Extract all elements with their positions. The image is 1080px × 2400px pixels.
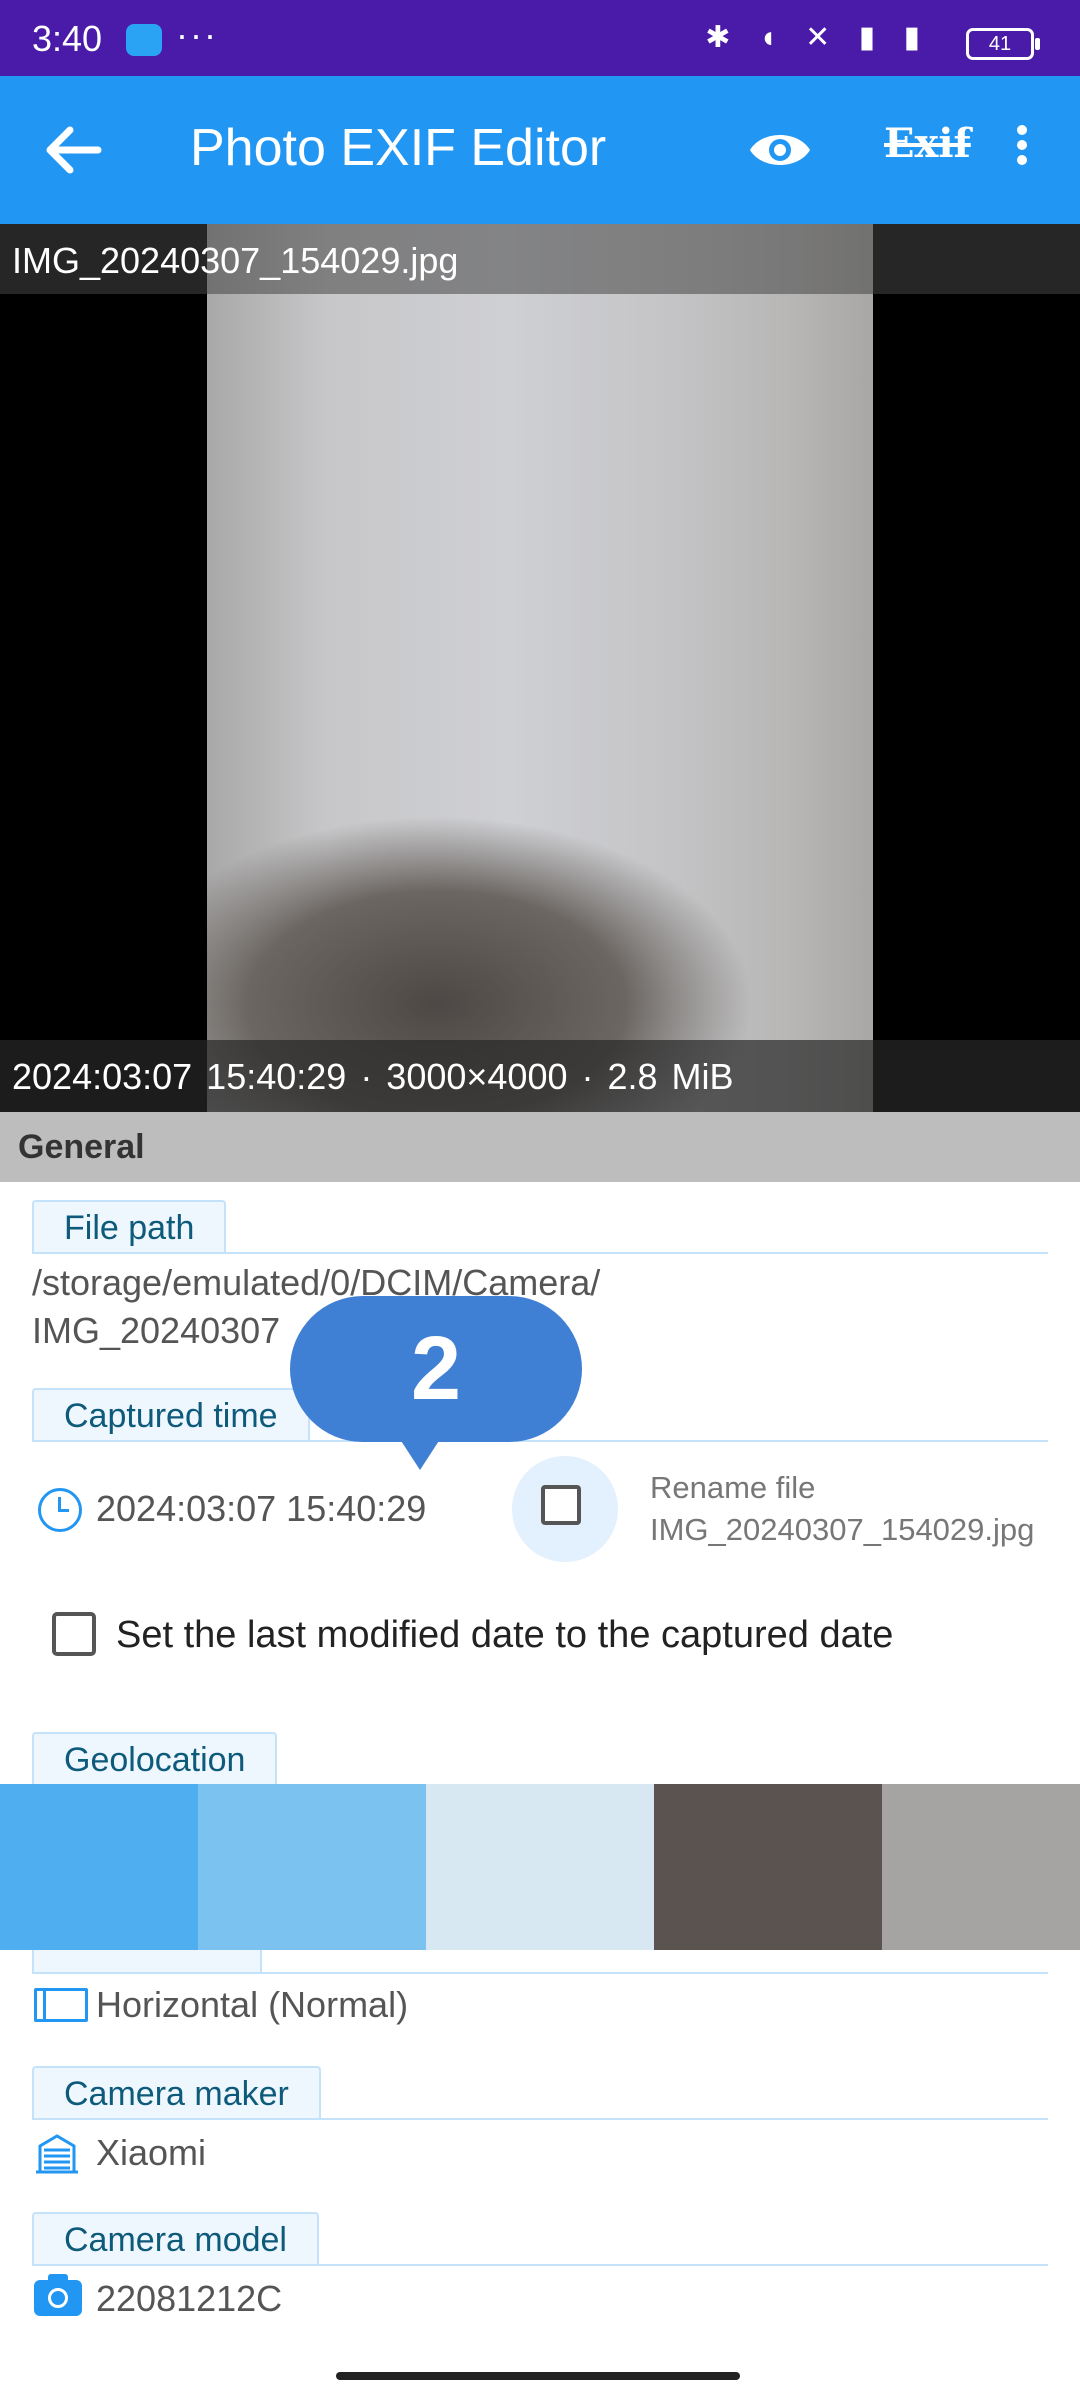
status-bar: 3:40 ··· ✱ ◖ ✕ ▮ ▮ 41 — [0, 0, 1080, 76]
orientation-icon — [34, 1988, 88, 2022]
geolocation-label: Geolocation — [32, 1732, 278, 1784]
building-icon — [34, 2132, 80, 2174]
status-icons: ✱ ◖ ✕ ▮ ▮ — [705, 21, 930, 54]
camera-model-value[interactable]: 22081212C — [96, 2278, 282, 2320]
color-swatch-4 — [654, 1784, 882, 1950]
clock-icon — [38, 1488, 82, 1532]
photo-filename: IMG_20240307_154029.jpg — [12, 240, 459, 281]
cloud-icon — [126, 24, 162, 56]
status-dots: ··· — [176, 14, 218, 55]
photo-preview[interactable]: IMG_20240307_154029.jpg 2024:03:07 15:40… — [0, 224, 1080, 1112]
photo-image — [207, 224, 873, 1112]
app-bar: Photo EXIF Editor Exif — [0, 76, 1080, 224]
more-vert-icon[interactable] — [1000, 120, 1044, 180]
color-swatch-5 — [882, 1784, 1080, 1950]
gesture-nav-bar[interactable] — [336, 2372, 740, 2380]
camera-maker-value[interactable]: Xiaomi — [96, 2132, 206, 2174]
captured-time-label: Captured time — [32, 1388, 310, 1440]
exif-icon[interactable]: Exif — [884, 120, 971, 167]
camera-model-label: Camera model — [32, 2212, 319, 2264]
color-palette-strip — [0, 1784, 1080, 1950]
color-swatch-3 — [426, 1784, 654, 1950]
camera-maker-label: Camera maker — [32, 2066, 321, 2118]
orientation-value[interactable]: Horizontal (Normal) — [96, 1984, 408, 2026]
color-swatch-2 — [198, 1784, 426, 1950]
rename-file-label: Rename file — [650, 1470, 816, 1505]
file-path-line2: IMG_20240307 — [32, 1310, 281, 1351]
status-time: 3:40 — [32, 18, 103, 59]
rename-file-checkbox[interactable] — [541, 1485, 581, 1525]
orientation-divider — [32, 1972, 1048, 1974]
battery-icon: 41 — [966, 28, 1040, 60]
photo-info: 2024:03:07 15:40:29 · 3000×4000 · 2.8 Mi… — [12, 1056, 734, 1097]
general-header-text: General — [18, 1128, 145, 1166]
camera-maker-divider — [32, 2118, 1048, 2120]
step-tooltip-bubble: 2 — [290, 1296, 582, 1442]
filename-bar: IMG_20240307_154029.jpg — [0, 224, 1080, 294]
set-modified-date-checkbox[interactable] — [52, 1612, 96, 1656]
rename-file-filename: IMG_20240307_154029.jpg — [650, 1512, 1035, 1547]
captured-time-divider — [32, 1440, 1048, 1442]
general-section-header: General — [0, 1112, 1080, 1182]
app-title: Photo EXIF Editor — [190, 119, 607, 177]
camera-icon — [34, 2274, 82, 2316]
photo-info-bar: 2024:03:07 15:40:29 · 3000×4000 · 2.8 Mi… — [0, 1040, 1080, 1112]
set-modified-date-label[interactable]: Set the last modified date to the captur… — [116, 1614, 893, 1657]
eye-icon[interactable] — [748, 126, 812, 174]
captured-time-value[interactable]: 2024:03:07 15:40:29 — [96, 1488, 426, 1530]
color-swatch-1 — [0, 1784, 198, 1950]
file-path-label: File path — [32, 1200, 227, 1252]
camera-model-divider — [32, 2264, 1048, 2266]
step-tooltip-tail — [394, 1430, 446, 1470]
file-path-divider — [32, 1252, 1048, 1254]
back-arrow-icon[interactable] — [36, 112, 112, 188]
